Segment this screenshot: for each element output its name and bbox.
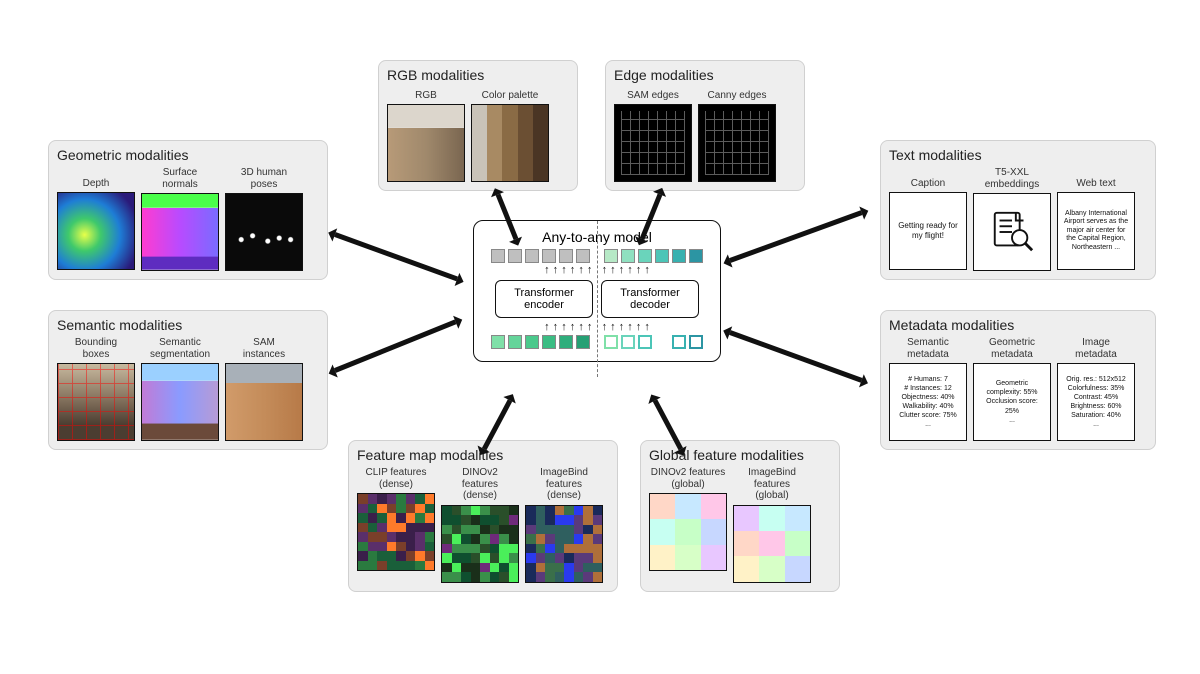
- label-dinov2d: DINOv2features(dense): [462, 467, 498, 502]
- thumb-web-text: Albany International Airport serves as t…: [1057, 192, 1135, 270]
- panel-globalfeat: Global feature modalities DINOv2 feature…: [640, 440, 840, 592]
- label-rgb: RGB: [415, 87, 437, 101]
- thumb-geometric-meta: Geometric complexity: 55% Occlusion scor…: [973, 363, 1051, 441]
- label-semseg: Semanticsegmentation: [150, 337, 210, 360]
- label-imgbindg: ImageBindfeatures(global): [748, 467, 796, 502]
- label-semmeta: Semanticmetadata: [907, 337, 949, 360]
- thumb-imagebind-dense: [525, 505, 603, 583]
- thumb-canny-edges: [698, 104, 776, 182]
- panel-title-semantic: Semantic modalities: [57, 317, 319, 333]
- label-caption: Caption: [911, 167, 945, 189]
- label-imgbindd: ImageBindfeatures(dense): [540, 467, 588, 502]
- panel-edge: Edge modalities SAM edges Canny edges: [605, 60, 805, 191]
- label-webtext: Web text: [1076, 167, 1115, 189]
- thumb-dinov2-dense: [441, 505, 519, 583]
- transformer-encoder: Transformer encoder: [495, 280, 593, 318]
- label-geometa: Geometricmetadata: [989, 337, 1035, 360]
- thumb-semantic-meta: # Humans: 7 # Instances: 12 Objectness: …: [889, 363, 967, 441]
- panel-geometric: Geometric modalities Depth Surfacenormal…: [48, 140, 328, 280]
- thumb-imagebind-global: [733, 505, 811, 583]
- panel-title-rgb: RGB modalities: [387, 67, 569, 83]
- thumb-sam-edges: [614, 104, 692, 182]
- label-imgmeta: Imagemetadata: [1075, 337, 1117, 360]
- thumb-t5-embeddings: [973, 193, 1051, 271]
- arrow-metadata: [729, 330, 862, 383]
- panel-text: Text modalities Caption Getting ready for…: [880, 140, 1156, 280]
- document-magnify-icon: [989, 209, 1035, 255]
- panel-title-edge: Edge modalities: [614, 67, 796, 83]
- panel-rgb: RGB modalities RGB Color palette: [378, 60, 578, 191]
- transformer-decoder: Transformer decoder: [601, 280, 699, 318]
- label-palette: Color palette: [482, 87, 539, 101]
- arrow-geometric: [334, 232, 458, 281]
- panel-title-text: Text modalities: [889, 147, 1147, 163]
- label-dinov2g: DINOv2 features(global): [651, 467, 725, 490]
- thumb-semantic-seg: [141, 363, 219, 441]
- label-clip: CLIP features(dense): [366, 467, 427, 490]
- label-normals: Surfacenormals: [162, 167, 198, 190]
- label-samedge: SAM edges: [627, 87, 679, 101]
- thumb-3d-poses: [225, 193, 303, 271]
- thumb-clip-dense: [357, 493, 435, 571]
- label-poses: 3D humanposes: [241, 167, 287, 190]
- thumb-image-meta: Orig. res.: 512x512 Colorfulness: 35% Co…: [1057, 363, 1135, 441]
- label-depth: Depth: [83, 167, 110, 189]
- arrow-text: [729, 210, 862, 263]
- panel-semantic: Semantic modalities Boundingboxes Semant…: [48, 310, 328, 450]
- thumb-color-palette: [471, 104, 549, 182]
- panel-title-metadata: Metadata modalities: [889, 317, 1147, 333]
- thumb-surface-normals: [141, 193, 219, 271]
- panel-featmap: Feature map modalities CLIP features(den…: [348, 440, 618, 592]
- panel-title-geometric: Geometric modalities: [57, 147, 319, 163]
- label-t5: T5-XXLembeddings: [985, 167, 1039, 190]
- thumb-sam-instances: [225, 363, 303, 441]
- thumb-caption: Getting ready for my flight!: [889, 192, 967, 270]
- label-canny: Canny edges: [708, 87, 767, 101]
- arrow-semantic: [334, 319, 456, 372]
- thumb-bounding-boxes: [57, 363, 135, 441]
- panel-metadata: Metadata modalities Semanticmetadata # Hu…: [880, 310, 1156, 450]
- label-bbox: Boundingboxes: [75, 337, 117, 360]
- thumb-dinov2-global: [649, 493, 727, 571]
- label-saminst: SAMinstances: [243, 337, 285, 360]
- thumb-rgb: [387, 104, 465, 182]
- thumb-depth: [57, 192, 135, 270]
